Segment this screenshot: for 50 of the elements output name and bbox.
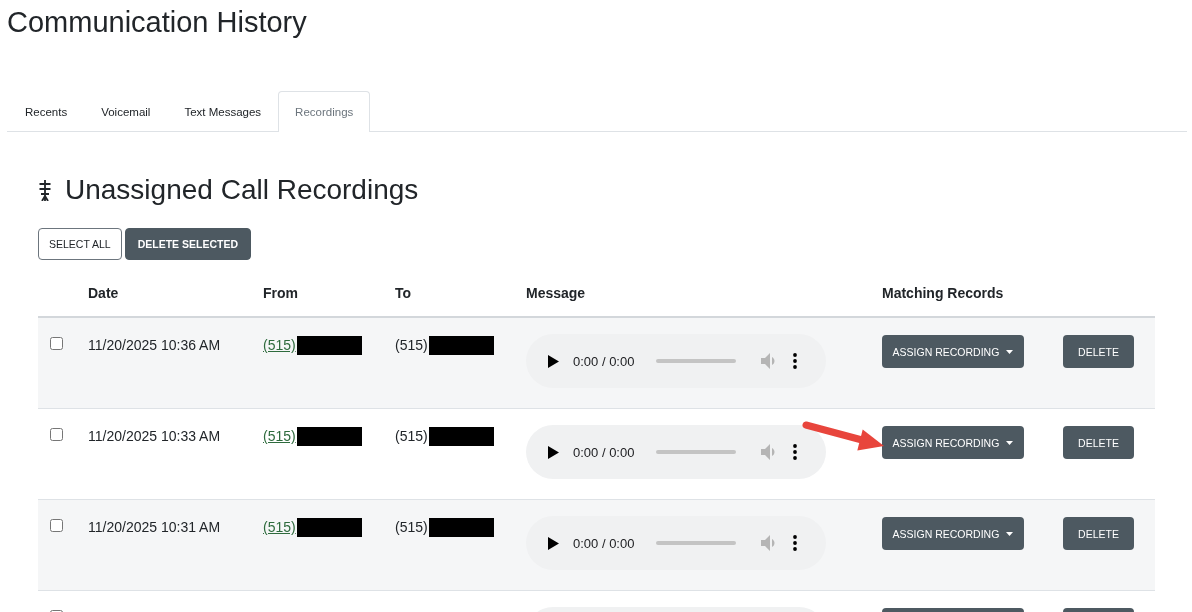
row-checkbox[interactable] [50,337,63,350]
column-header: From [263,285,298,301]
audio-player[interactable]: 0:00 / 0:00 [526,516,826,570]
tab[interactable]: Recents [8,91,85,132]
call-date: 11/20/2025 10:31 AM [88,518,221,537]
tab[interactable]: Recordings [278,91,371,132]
caret-icon [1006,440,1014,445]
recipient-number: (515) [395,336,428,355]
delete-button[interactable]: DELETE [1063,517,1134,550]
play-icon[interactable] [548,536,559,550]
caller-number-link[interactable]: (515) [263,517,296,537]
column-header: Message [526,285,586,301]
select-all-button[interactable]: SELECT ALL [38,228,122,260]
column-header: Matching Records [882,285,1004,301]
seek-track[interactable] [656,450,736,454]
caret-icon [1006,349,1014,354]
row-checkbox[interactable] [50,519,63,532]
caret-icon [1006,531,1014,536]
call-date: 11/20/2025 10:36 AM [88,336,221,355]
delete-button[interactable]: DELETE [1063,426,1134,459]
tab[interactable]: Text Messages [167,91,279,132]
caller-number-link[interactable]: (515) [263,335,296,355]
section-title: Unassigned Call Recordings [65,173,419,207]
tab[interactable]: Voicemail [84,91,168,132]
column-header: To [395,285,412,301]
playback-time: 0:00 / 0:00 [573,444,636,460]
playback-time: 0:00 / 0:00 [573,353,636,369]
tower-icon [38,179,52,201]
more-options-icon[interactable] [793,535,797,551]
play-icon[interactable] [548,445,559,459]
more-options-icon[interactable] [793,444,797,460]
page-title: Communication History [7,5,307,40]
assign-recording-button[interactable]: ASSIGN RECORDING [882,335,1024,368]
column-header: Date [88,285,119,301]
play-icon[interactable] [548,354,559,368]
delete-selected-button[interactable]: DELETE SELECTED [124,228,252,260]
row-checkbox[interactable] [50,428,63,441]
recipient-number: (515) [395,518,428,537]
audio-player[interactable]: 0:00 / 0:00 [526,425,826,479]
seek-track[interactable] [656,359,736,363]
caller-number-link[interactable]: (515) [263,426,296,446]
more-options-icon[interactable] [793,353,797,369]
audio-player[interactable]: 0:00 / 0:00 [526,334,826,388]
seek-track[interactable] [656,541,736,545]
assign-recording-button[interactable]: ASSIGN RECORDING [882,517,1024,550]
assign-recording-button[interactable]: ASSIGN RECORDING [882,426,1024,459]
recipient-number: (515) [395,427,428,446]
call-date: 11/20/2025 10:33 AM [88,427,221,446]
delete-button[interactable]: DELETE [1063,335,1134,368]
playback-time: 0:00 / 0:00 [573,535,636,551]
